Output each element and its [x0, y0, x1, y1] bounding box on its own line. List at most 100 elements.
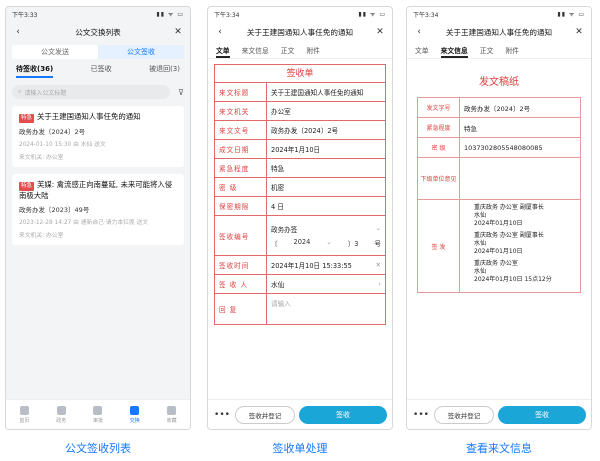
form-row: 保密期限 4 日 [215, 197, 385, 216]
item-org: 来文机关: 办公室 [19, 155, 64, 161]
search-area: ⌕ 请输入公文标题 ⊽ [12, 85, 184, 99]
sign-org: 重庆政务 办公室 [474, 260, 518, 267]
home-icon [19, 405, 29, 415]
bracket-left: 〔 [271, 239, 278, 248]
item-title: 关于王建国通知人事任免的通知 [37, 112, 141, 121]
serial-suffix: 号 [374, 239, 381, 248]
tab-approve[interactable]: 审批 [80, 400, 117, 429]
tab-incoming-info[interactable]: 来文信息 [440, 45, 468, 58]
sign-button[interactable]: 签收 [299, 405, 387, 424]
more-icon[interactable]: ••• [213, 410, 231, 420]
field-value: 办公室 [271, 108, 291, 116]
field-value: 关于王建国通知人事任免的通知 [271, 89, 364, 97]
item-org: 来文机关: 办公室 [19, 233, 64, 239]
receipt-form: 签收单 来文标题 关于王建国通知人事任免的通知 来文机关 办公室 来文文号 政务办发〔… [214, 64, 386, 325]
field-value: 4 日 [271, 203, 284, 211]
field-label: 回 复 [215, 294, 267, 324]
tab-body[interactable]: 正文 [480, 45, 494, 58]
nav-bar: ‹ 关于王建国通知人事任免的通知 ✕ [208, 21, 392, 43]
sign-button[interactable]: 签收 [498, 405, 586, 424]
status-bar: 下午3:34 ▮▮ ᯤ ▭ [407, 7, 591, 21]
bottom-tab-bar: 首页 政务 审批 交换 收藏 [6, 399, 190, 429]
tab-incoming-info[interactable]: 来文信息 [242, 45, 269, 58]
tab-home[interactable]: 首页 [6, 400, 43, 429]
field-value: 2024年1月10日 15:33:55 [271, 262, 352, 270]
serial-prefix-select[interactable]: 政务办签 [271, 224, 297, 234]
action-bar: ••• 签收并登记 签收 [208, 399, 392, 429]
search-icon: ⌕ [18, 88, 22, 95]
list-item[interactable]: 特急 关于王建国通知人事任免的通知 政务办发〔2024〕2号 2024-01-10… [12, 106, 184, 167]
form-row: 成文日期 2024年1月10日 [215, 140, 385, 159]
segment-control: 公文发送 公文签收 [12, 45, 184, 59]
tab-attachments[interactable]: 附件 [306, 45, 320, 58]
urgent-badge: 特急 [19, 182, 35, 191]
serial-number-field[interactable]: 政务办签 ⌄ 〔 2024 ⌄ 〕3 号 [267, 216, 385, 255]
form-title: 发文稿纸 [479, 77, 519, 88]
signer-field[interactable]: 水仙 › [267, 275, 385, 293]
field-value: 水仙 [271, 281, 285, 289]
form-row: 签收编号 政务办签 ⌄ 〔 2024 ⌄ 〕3 号 [215, 216, 385, 256]
tab-label: 首页 [19, 417, 30, 424]
back-icon[interactable]: ‹ [12, 27, 24, 37]
phone-incoming-info: 下午3:34 ▮▮ ᯤ ▭ ‹ 关于王建国通知人事任免的通知 ✕ 文单 来文信息… [406, 6, 592, 430]
reply-input[interactable]: 请输入 [267, 294, 385, 324]
close-icon[interactable]: ✕ [573, 27, 585, 37]
sign-date: 2024年01月10日 [474, 220, 523, 227]
urgent-badge: 特急 [19, 114, 35, 123]
field-value: 政务办发〔2024〕2号 [464, 104, 531, 113]
sign-time-field[interactable]: 2024年1月10日 15:33:55 ✕ [267, 256, 385, 274]
tab-form[interactable]: 文单 [415, 45, 429, 58]
star-icon [167, 405, 177, 415]
sign-and-register-button[interactable]: 签收并登记 [434, 405, 494, 424]
search-input[interactable]: ⌕ 请输入公文标题 [12, 85, 170, 99]
form-row: 签 发 重庆政务 办公室 副厦事长 水仙 2024年01月10日 重庆政务 办公室 … [418, 200, 580, 292]
close-icon[interactable]: ✕ [374, 27, 386, 37]
sign-and-register-button[interactable]: 签收并登记 [235, 405, 295, 424]
form-row: 来文机关 办公室 [215, 102, 385, 121]
status-time: 下午3:34 [413, 11, 439, 19]
page-title: 关于王建国通知人事任免的通知 [246, 27, 354, 37]
tab-signed[interactable]: 已签收 [91, 64, 112, 78]
field-label: 紧急程度 [418, 118, 460, 137]
approve-icon [93, 405, 103, 415]
segment-send[interactable]: 公文发送 [12, 45, 98, 59]
field-value: 1037302805548080085 [464, 143, 543, 152]
tab-pending[interactable]: 待签收(36) [16, 64, 54, 78]
back-icon[interactable]: ‹ [413, 27, 425, 37]
form-row: 紧急程度 特急 [215, 159, 385, 178]
field-label: 来文机关 [215, 102, 267, 120]
back-icon[interactable]: ‹ [214, 27, 226, 37]
action-bar: ••• 签收并登记 签收 [407, 399, 591, 429]
tab-returned[interactable]: 被退回(3) [149, 64, 180, 78]
sub-tabs: 待签收(36) 已签收 被退回(3) [6, 59, 190, 78]
caption-receipt: 签收单处理 [272, 442, 328, 455]
form-row: 来文标题 关于王建国通知人事任免的通知 [215, 83, 385, 102]
serial-year-select[interactable]: 2024 [294, 238, 311, 248]
tab-favorites[interactable]: 收藏 [153, 400, 190, 429]
tab-form[interactable]: 文单 [216, 45, 230, 58]
field-value: 机密 [271, 184, 285, 192]
form-row: 发文字号 政务办发〔2024〕2号 [418, 98, 580, 118]
serial-number-input[interactable]: 〕3 [348, 238, 359, 248]
tab-exchange[interactable]: 交换 [116, 400, 153, 429]
item-title: 芙媒: 禽流感正向南蔓延, 未来可能将入侵南极大陆 [19, 180, 173, 200]
caption-list: 公文签收列表 [65, 442, 131, 455]
field-label: 签收时间 [215, 256, 267, 274]
field-label: 保密期限 [215, 197, 267, 215]
sign-org: 重庆政务 办公室 副厦事长 [474, 232, 544, 239]
status-time: 下午3:34 [214, 11, 240, 19]
item-doc-number: 政务办发〔2024〕2号 [19, 128, 86, 136]
item-meta: 2023-12-28 14:27 由 速新自己·请力本扛揽 送文 [19, 220, 149, 226]
filter-icon[interactable]: ⊽ [170, 88, 184, 97]
field-label: 签收编号 [215, 216, 267, 255]
sign-name: 水仙 [474, 240, 487, 247]
signature-entry: 重庆政务 办公室 副厦事长 水仙 2024年01月10日 [474, 204, 552, 228]
more-icon[interactable]: ••• [412, 410, 430, 420]
tab-attachments[interactable]: 附件 [505, 45, 519, 58]
tab-body[interactable]: 正文 [281, 45, 295, 58]
tab-gov[interactable]: 政务 [43, 400, 80, 429]
close-icon[interactable]: ✕ [172, 27, 184, 37]
clear-icon[interactable]: ✕ [375, 261, 381, 269]
segment-receive[interactable]: 公文签收 [98, 45, 184, 59]
list-item[interactable]: 特急 芙媒: 禽流感正向南蔓延, 未来可能将入侵南极大陆 政务办发〔2023〕49… [12, 174, 184, 245]
